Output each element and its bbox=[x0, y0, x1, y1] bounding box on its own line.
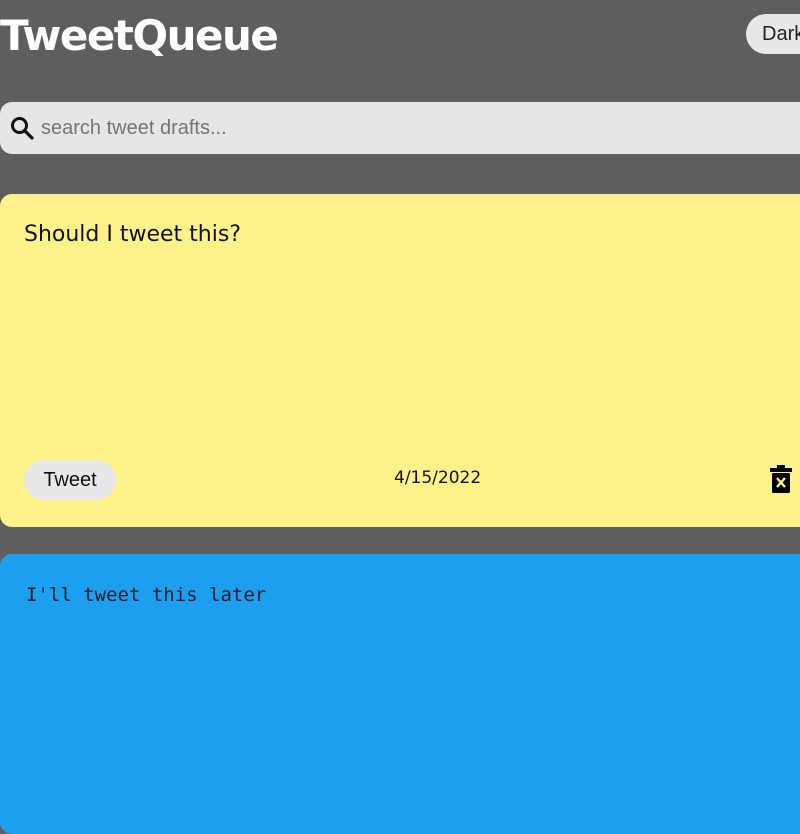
trash-icon[interactable] bbox=[769, 464, 793, 494]
draft-date: 4/15/2022 bbox=[394, 468, 482, 488]
tweet-button[interactable]: Tweet bbox=[24, 460, 116, 500]
search-icon bbox=[9, 115, 35, 141]
draft-card: I'll tweet this later bbox=[0, 554, 800, 834]
search-bar[interactable] bbox=[0, 102, 800, 154]
draft-card: Should I tweet this? Tweet 4/15/2022 bbox=[0, 194, 800, 527]
app-title: TweetQueue bbox=[0, 11, 279, 60]
theme-toggle-button[interactable]: Dark bbox=[746, 14, 800, 54]
draft-text: I'll tweet this later bbox=[26, 584, 267, 606]
search-input[interactable] bbox=[41, 116, 641, 140]
draft-text: Should I tweet this? bbox=[24, 222, 241, 247]
header: TweetQueue Dark bbox=[0, 0, 800, 80]
